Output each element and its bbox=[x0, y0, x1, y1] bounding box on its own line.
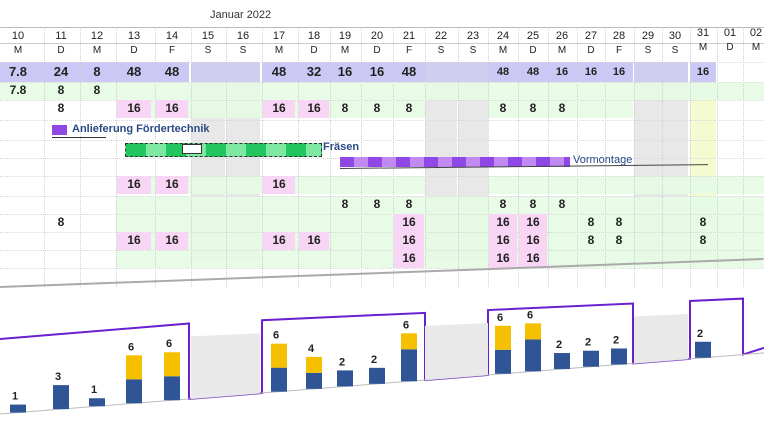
capacity-chart: 1 3 1 6 6 6 4 2 2 6 6 6 2 2 2 2 bbox=[0, 297, 764, 415]
bar-overload bbox=[401, 333, 417, 350]
weekend-chart-shade bbox=[191, 333, 260, 399]
bar-planned bbox=[401, 349, 417, 382]
bar-value-label: 2 bbox=[556, 339, 562, 351]
bar-planned bbox=[271, 367, 287, 392]
bar-planned bbox=[525, 339, 541, 372]
bar-value-label: 2 bbox=[339, 356, 345, 368]
weekend-chart-shade bbox=[425, 323, 488, 380]
bar-overload bbox=[164, 352, 180, 377]
weekend-chart-shade bbox=[634, 314, 688, 364]
bar-overload bbox=[306, 356, 322, 373]
bar-value-label: 6 bbox=[497, 312, 503, 324]
bar-value-label: 6 bbox=[166, 338, 172, 350]
bar-planned bbox=[126, 379, 142, 404]
bar-planned bbox=[695, 341, 711, 358]
bar-overload bbox=[525, 323, 541, 340]
bar-value-label: 6 bbox=[527, 309, 533, 321]
planning-canvas: Januar 2022 10 M 11 D 12 M 13 D 14 F 15 S 16 S 17 M 18 D 1… bbox=[0, 0, 764, 423]
bar-value-label: 6 bbox=[128, 341, 134, 353]
bar-value-label: 6 bbox=[403, 319, 409, 331]
bar-planned bbox=[89, 398, 105, 407]
bar-planned bbox=[495, 349, 511, 374]
bar-planned bbox=[53, 385, 69, 410]
bar-planned bbox=[583, 350, 599, 367]
bar-value-label: 6 bbox=[273, 330, 279, 342]
bar-value-label: 4 bbox=[308, 343, 315, 355]
bar-value-label: 1 bbox=[12, 391, 18, 403]
bar-overload bbox=[271, 343, 287, 368]
bar-planned bbox=[306, 372, 322, 389]
bar-planned bbox=[337, 370, 353, 387]
bar-overload bbox=[495, 325, 511, 350]
bar-overload bbox=[126, 355, 142, 380]
bar-value-label: 2 bbox=[585, 337, 591, 349]
bar-value-label: 2 bbox=[371, 354, 377, 366]
bar-value-label: 2 bbox=[697, 328, 703, 340]
bar-planned bbox=[10, 404, 26, 413]
bar-planned bbox=[611, 348, 627, 365]
bar-value-label: 1 bbox=[91, 384, 97, 396]
bar-planned bbox=[554, 353, 570, 370]
bar-planned bbox=[369, 367, 385, 384]
bar-planned bbox=[164, 376, 180, 401]
bar-value-label: 3 bbox=[55, 371, 61, 383]
bar-value-label: 2 bbox=[613, 334, 619, 346]
